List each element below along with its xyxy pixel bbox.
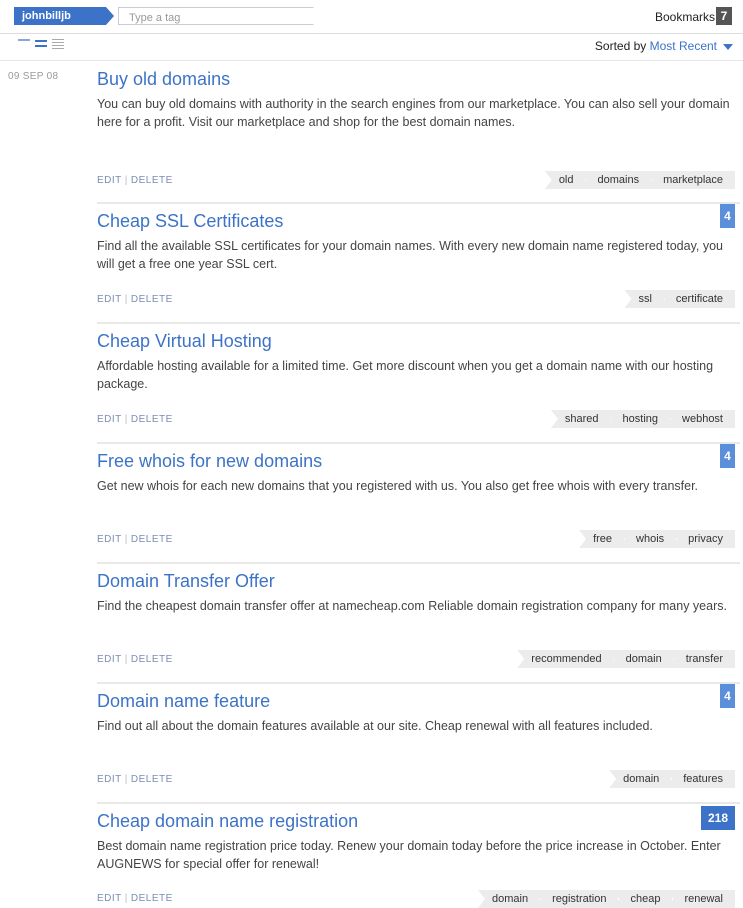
bookmark-item: Domain name feature Find out all about t…: [97, 684, 735, 800]
tag-list: domain features: [609, 770, 735, 788]
bookmark-actions: EDIT | DELETE: [97, 654, 173, 665]
chevron-down-icon[interactable]: [723, 43, 733, 50]
bookmark-title[interactable]: Domain name feature: [97, 690, 735, 712]
tag[interactable]: registration: [534, 890, 619, 908]
header-divider: [0, 60, 743, 61]
bookmarks-count: 7: [716, 7, 732, 25]
tag[interactable]: hosting: [604, 410, 671, 428]
delete-link[interactable]: DELETE: [131, 774, 173, 785]
bookmark-description: You can buy old domains with authority i…: [97, 97, 730, 129]
bookmark-actions: EDIT | DELETE: [97, 893, 173, 904]
edit-link[interactable]: EDIT: [97, 534, 122, 545]
bookmark-item: Cheap SSL Certificates Find all the avai…: [97, 204, 735, 320]
bookmark-title[interactable]: Buy old domains: [97, 68, 735, 90]
tag[interactable]: domain: [609, 770, 672, 788]
delete-link[interactable]: DELETE: [131, 414, 173, 425]
bookmark-title[interactable]: Cheap Virtual Hosting: [97, 330, 735, 352]
edit-link[interactable]: EDIT: [97, 175, 122, 186]
bookmark-description: Find the cheapest domain transfer offer …: [97, 599, 727, 613]
bookmark-item: Free whois for new domains Get new whois…: [97, 444, 735, 560]
item-divider: [97, 802, 740, 804]
item-divider: [97, 202, 740, 204]
tag[interactable]: ssl: [624, 290, 664, 308]
edit-link[interactable]: EDIT: [97, 414, 122, 425]
bookmark-description: Best domain name registration price toda…: [97, 839, 721, 871]
tag[interactable]: domain: [477, 890, 541, 908]
bookmark-description: Find out all about the domain features a…: [97, 719, 653, 733]
delete-link[interactable]: DELETE: [131, 294, 173, 305]
tag[interactable]: webhost: [664, 410, 735, 428]
edit-link[interactable]: EDIT: [97, 893, 122, 904]
delete-link[interactable]: DELETE: [131, 175, 173, 186]
bookmarks-label: Bookmarks: [654, 10, 715, 24]
save-count-badge[interactable]: 218: [701, 806, 735, 830]
view-full-icon[interactable]: [51, 37, 65, 51]
tag[interactable]: whois: [618, 530, 677, 548]
bookmark-date: 09 SEP 08: [8, 71, 59, 82]
bookmark-description: Get new whois for each new domains that …: [97, 479, 699, 493]
item-divider: [97, 682, 740, 684]
sort-control[interactable]: Sorted by Most Recent: [595, 39, 733, 53]
bookmark-actions: EDIT | DELETE: [97, 534, 173, 545]
delete-link[interactable]: DELETE: [131, 534, 173, 545]
edit-link[interactable]: EDIT: [97, 294, 122, 305]
edit-link[interactable]: EDIT: [97, 774, 122, 785]
bookmark-item: Cheap Virtual Hosting Affordable hosting…: [97, 330, 735, 440]
bookmark-item: Buy old domains You can buy old domains …: [97, 68, 735, 198]
tag[interactable]: free: [579, 530, 625, 548]
edit-link[interactable]: EDIT: [97, 654, 122, 665]
tag-list: shared hosting webhost: [550, 410, 735, 428]
sort-value[interactable]: Most Recent: [650, 39, 717, 53]
tag-filter[interactable]: [118, 7, 323, 25]
view-compact-icon[interactable]: [17, 37, 31, 51]
tag[interactable]: renewal: [666, 890, 735, 908]
tag[interactable]: privacy: [670, 530, 735, 548]
save-count-badge[interactable]: 4: [720, 684, 735, 708]
bookmark-title[interactable]: Cheap SSL Certificates: [97, 210, 735, 232]
username-badge[interactable]: johnbilljb: [14, 7, 114, 25]
item-divider: [97, 322, 740, 324]
bookmark-title[interactable]: Cheap domain name registration: [97, 810, 735, 832]
tag-input[interactable]: [127, 10, 311, 25]
tag-list: old domains marketplace: [544, 171, 735, 189]
tag[interactable]: transfer: [667, 650, 735, 668]
save-count-badge[interactable]: 4: [720, 444, 735, 468]
bookmark-actions: EDIT | DELETE: [97, 175, 173, 186]
tag[interactable]: marketplace: [645, 171, 735, 189]
delete-link[interactable]: DELETE: [131, 893, 173, 904]
tag[interactable]: domain: [607, 650, 674, 668]
bookmark-actions: EDIT | DELETE: [97, 414, 173, 425]
bookmark-actions: EDIT | DELETE: [97, 294, 173, 305]
bookmark-description: Affordable hosting available for a limit…: [97, 359, 714, 391]
item-divider: [97, 442, 740, 444]
bookmark-title[interactable]: Domain Transfer Offer: [97, 570, 735, 592]
top-bar: johnbilljb Bookmarks 7: [0, 0, 743, 34]
tag-list: domain registration cheap renewal: [477, 890, 735, 908]
delete-link[interactable]: DELETE: [131, 654, 173, 665]
tag[interactable]: certificate: [657, 290, 735, 308]
sort-label: Sorted by: [594, 39, 647, 53]
save-count-badge[interactable]: 4: [720, 204, 735, 228]
tag-list: ssl certificate: [624, 290, 735, 308]
tag[interactable]: recommended: [517, 650, 614, 668]
tag[interactable]: domains: [579, 171, 652, 189]
bookmark-title[interactable]: Free whois for new domains: [97, 450, 735, 472]
bookmark-item: Domain Transfer Offer Find the cheapest …: [97, 570, 735, 680]
tag-list: free whois privacy: [579, 530, 735, 548]
view-list-icon[interactable]: [34, 37, 48, 51]
bookmark-item: Cheap domain name registration Best doma…: [97, 806, 735, 908]
tag-list: recommended domain transfer: [517, 650, 735, 668]
tag[interactable]: old: [544, 171, 586, 189]
item-divider: [97, 562, 740, 564]
bookmark-actions: EDIT | DELETE: [97, 774, 173, 785]
tag[interactable]: features: [665, 770, 735, 788]
tag[interactable]: shared: [550, 410, 611, 428]
bookmark-description: Find all the available SSL certificates …: [97, 239, 724, 271]
tag[interactable]: cheap: [612, 890, 673, 908]
